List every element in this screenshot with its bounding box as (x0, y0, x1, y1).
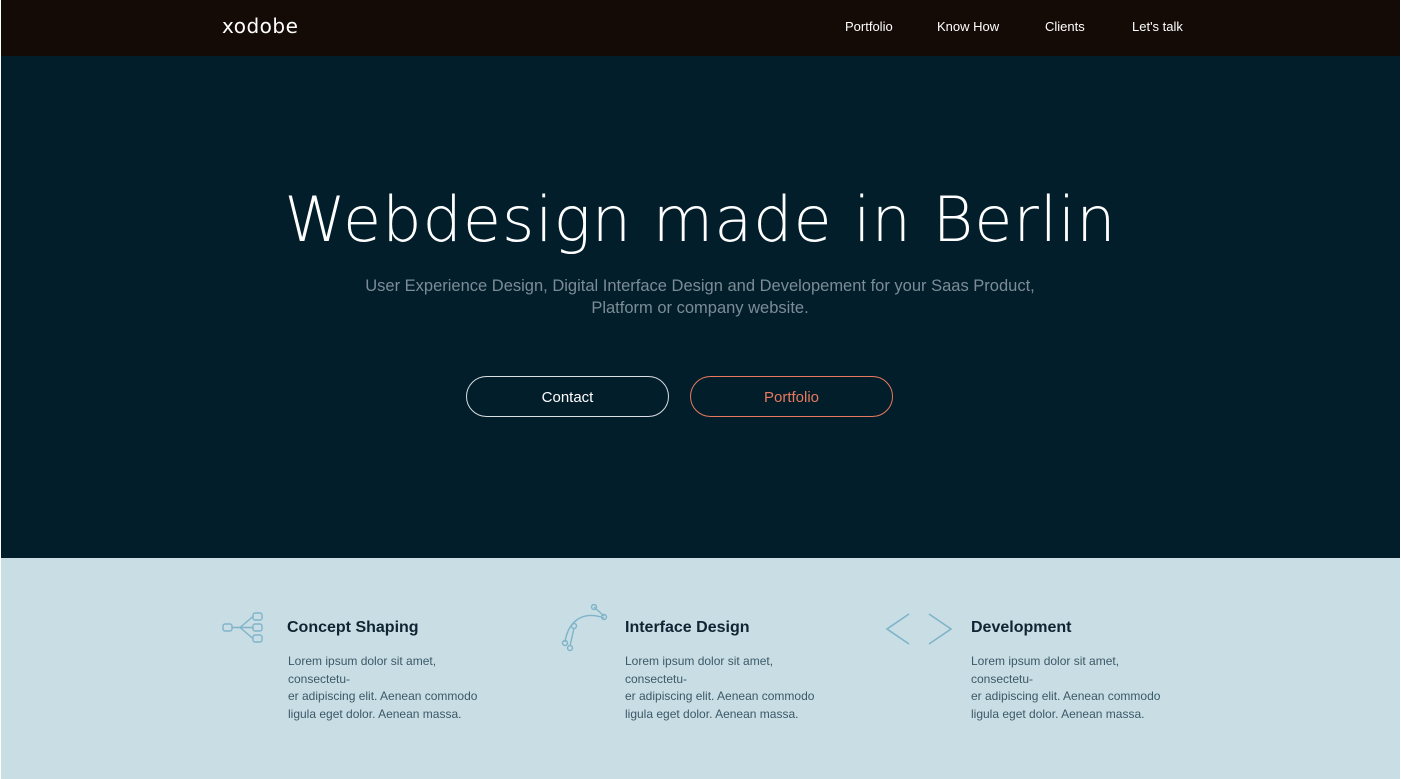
logo[interactable]: xodobe (222, 14, 298, 38)
hero-subtitle-line-1: User Experience Design, Digital Interfac… (365, 277, 1035, 295)
feature-text-line: er adipiscing elit. Aenean commodo (971, 689, 1161, 703)
contact-button[interactable]: Contact (466, 376, 669, 417)
nav-link-know-how[interactable]: Know How (937, 18, 999, 36)
feature-title: Development (971, 619, 1072, 636)
nav-link-lets-talk[interactable]: Let's talk (1132, 18, 1183, 36)
top-navbar: xodobe Portfolio Know How Clients Let's … (1, 0, 1400, 56)
hero-section: Webdesign made in Berlin User Experience… (1, 56, 1400, 558)
hero-subtitle-line-2: Platform or company website. (591, 299, 809, 317)
page: xodobe Portfolio Know How Clients Let's … (0, 0, 1401, 779)
nav-link-portfolio[interactable]: Portfolio (845, 18, 893, 36)
feature-text-line: Lorem ipsum dolor sit amet, consectetu- (971, 654, 1120, 686)
hero-title: Webdesign made in Berlin (284, 183, 1117, 256)
nav-link-clients[interactable]: Clients (1045, 18, 1085, 36)
feature-text-line: ligula eget dolor. Aenean massa. (971, 706, 1145, 721)
feature-text: Lorem ipsum dolor sit amet, consectetu- … (971, 653, 1176, 723)
code-brackets-icon (885, 612, 953, 651)
portfolio-button[interactable]: Portfolio (690, 376, 893, 417)
feature-development: Development Lorem ipsum dolor sit amet, … (1, 558, 1201, 779)
features-section: Concept Shaping Lorem ipsum dolor sit am… (1, 558, 1400, 779)
hero-subtitle: User Experience Design, Digital Interfac… (350, 275, 1050, 319)
